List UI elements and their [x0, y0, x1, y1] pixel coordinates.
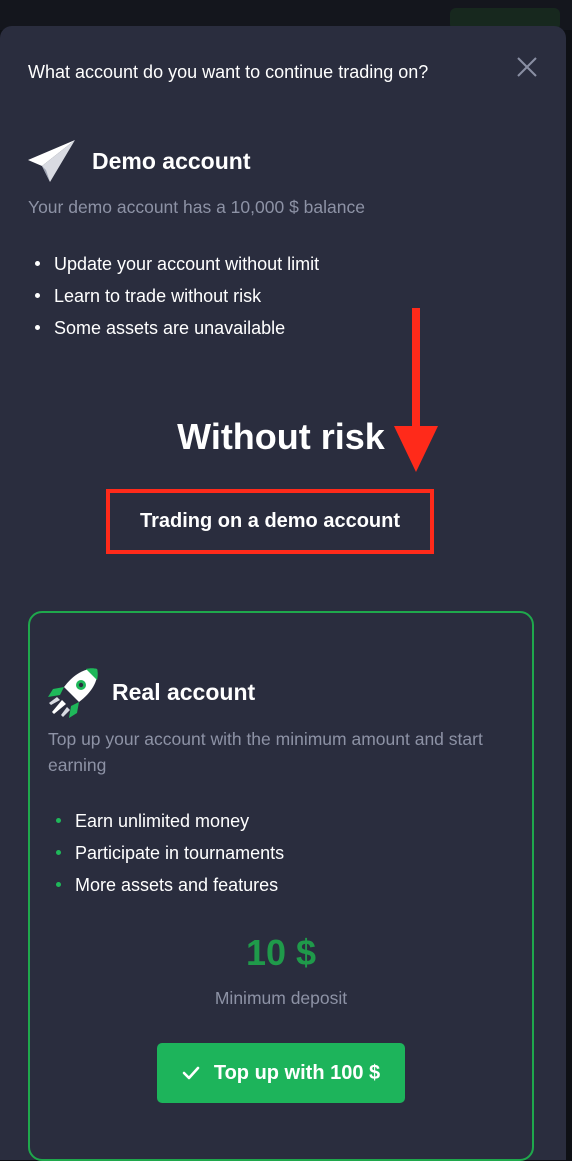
close-icon [517, 57, 537, 77]
top-up-button[interactable]: Top up with 100 $ [157, 1043, 405, 1103]
list-item: Earn unlimited money [54, 811, 284, 843]
minimum-deposit-amount: 10 $ [245, 932, 317, 973]
account-choice-modal: What account do you want to continue tra… [0, 26, 566, 1161]
list-item: Update your account without limit [33, 254, 319, 286]
without-risk-heading: Without risk [177, 416, 385, 457]
real-account-card: Real account Top up your account with th… [28, 611, 534, 1161]
list-item: Participate in tournaments [54, 843, 284, 875]
list-item: Learn to trade without risk [33, 286, 319, 318]
paper-plane-icon [26, 138, 76, 189]
close-button[interactable] [512, 52, 542, 82]
list-item: Some assets are unavailable [33, 318, 319, 350]
minimum-deposit-label: Minimum deposit [214, 988, 348, 1008]
modal-title: What account do you want to continue tra… [28, 62, 429, 82]
demo-account-heading: Demo account [92, 148, 251, 174]
demo-feature-list: Update your account without limit Learn … [33, 254, 319, 350]
real-account-heading: Real account [112, 679, 256, 705]
list-item: More assets and features [54, 875, 284, 907]
demo-account-description: Your demo account has a 10,000 $ balance [28, 197, 365, 217]
real-feature-list: Earn unlimited money Participate in tour… [54, 811, 284, 907]
top-up-button-label: Top up with 100 $ [213, 1061, 381, 1084]
real-account-description: Top up your account with the minimum amo… [48, 729, 483, 775]
checkmark-icon [182, 1066, 200, 1080]
rocket-icon [47, 667, 99, 724]
trade-demo-button[interactable]: Trading on a demo account [106, 489, 434, 554]
